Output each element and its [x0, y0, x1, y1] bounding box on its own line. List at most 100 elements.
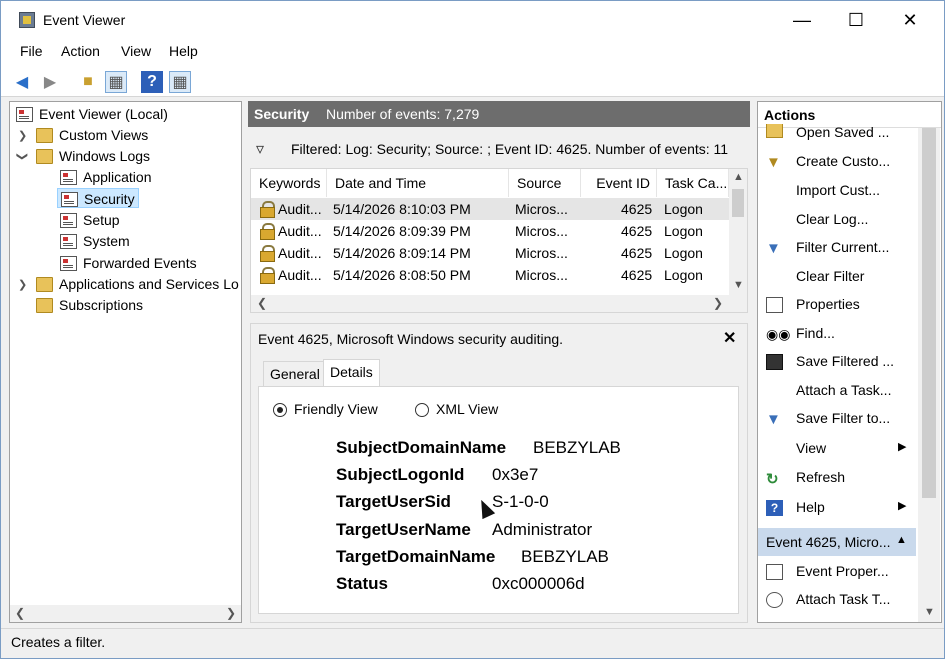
action-help[interactable]: ? Help ▶ — [758, 494, 913, 522]
action-save-filtered[interactable]: Save Filtered ... — [758, 348, 918, 376]
close-button[interactable]: ✕ — [883, 1, 937, 39]
tree-item-application[interactable]: Application — [60, 167, 152, 187]
field-row: Status — [336, 574, 388, 591]
event-fields: SubjectDomainName BEBZYLAB SubjectLogonI… — [282, 435, 731, 591]
column-event-id[interactable]: Event ID — [581, 169, 657, 197]
folder-icon — [36, 128, 53, 143]
event-viewer-node-icon — [16, 107, 33, 122]
scrollbar-thumb[interactable] — [922, 128, 936, 498]
field-value: 0x3e7 — [492, 465, 539, 484]
tree-item-system[interactable]: System — [60, 231, 130, 251]
forward-icon[interactable]: ▶ — [39, 71, 61, 93]
action-filter-current-log[interactable]: ▼ Filter Current... — [758, 234, 918, 262]
properties-icon — [766, 564, 783, 580]
action-attach-task[interactable]: Attach a Task... — [758, 377, 918, 405]
scroll-up-icon[interactable]: ▲ — [733, 171, 744, 183]
expand-icon[interactable]: ❯ — [18, 278, 27, 291]
up-folder-icon[interactable]: ■ — [77, 71, 99, 93]
event-actions-header[interactable]: Event 4625, Micro... ▲ — [758, 528, 916, 556]
tab-general[interactable]: General — [263, 361, 327, 387]
scroll-right-icon[interactable]: ❯ — [713, 296, 723, 310]
field-row: SubjectLogonId — [336, 465, 465, 484]
field-row: TargetDomainName — [336, 547, 496, 566]
tree-item-setup[interactable]: Setup — [60, 210, 120, 230]
show-hide-action-pane-icon[interactable]: ▦ — [169, 71, 191, 93]
refresh-icon: ↻ — [766, 471, 779, 488]
tree-item-root[interactable]: Event Viewer (Local) — [16, 104, 168, 124]
scroll-left-icon[interactable]: ❮ — [257, 296, 267, 310]
action-clear-filter[interactable]: Clear Filter — [758, 263, 918, 291]
action-save-filter[interactable]: ▼ Save Filter to... — [758, 405, 918, 433]
action-find[interactable]: ◉◉ Find... — [758, 320, 918, 348]
close-detail-icon[interactable]: ✕ — [723, 328, 736, 348]
tree-item-forwarded-events[interactable]: Forwarded Events — [60, 253, 197, 273]
action-event-properties[interactable]: Event Proper... — [758, 558, 918, 586]
tab-details[interactable]: Details — [323, 359, 380, 387]
collapse-section-icon[interactable]: ▲ — [896, 534, 907, 546]
scroll-left-icon[interactable]: ❮ — [15, 606, 25, 620]
tree-item-security[interactable]: Security — [57, 188, 139, 208]
field-value: S-1-0-0 — [492, 492, 549, 511]
help-icon: ? — [766, 500, 783, 516]
action-attach-task-event[interactable]: Attach Task T... — [758, 586, 918, 614]
table-row[interactable]: Audit... 5/14/2026 8:10:03 PM Micros... … — [251, 198, 729, 220]
audit-failure-lock-icon — [260, 223, 275, 240]
scroll-down-icon[interactable]: ▼ — [733, 279, 744, 291]
minimize-button[interactable]: — — [775, 1, 829, 39]
log-icon — [60, 234, 77, 249]
column-source[interactable]: Source — [509, 169, 581, 197]
field-value: 0xc000006d — [492, 574, 585, 591]
subscriptions-icon — [36, 298, 53, 313]
filter-save-icon: ▼ — [766, 411, 781, 428]
log-icon — [60, 256, 77, 271]
field-row: TargetUserName — [336, 520, 471, 539]
xml-view-radio[interactable] — [415, 403, 429, 417]
action-refresh[interactable]: ↻ Refresh — [758, 464, 918, 492]
window-title: Event Viewer — [43, 12, 126, 28]
column-keywords[interactable]: Keywords — [251, 169, 327, 197]
action-properties[interactable]: Properties — [758, 291, 918, 319]
tree-horizontal-scrollbar[interactable]: ❮ ❯ — [10, 605, 241, 622]
table-row[interactable]: Audit... 5/14/2026 8:08:50 PM Micros... … — [251, 264, 729, 286]
action-view[interactable]: View ▶ — [758, 435, 913, 463]
clock-icon — [766, 592, 783, 608]
filter-bar: ▿ Filtered: Log: Security; Source: ; Eve… — [248, 131, 750, 167]
collapse-icon[interactable]: ❯ — [16, 152, 29, 161]
field-value: Administrator — [492, 520, 593, 539]
back-icon[interactable]: ◀ — [11, 71, 33, 93]
table-row[interactable]: Audit... 5/14/2026 8:09:39 PM Micros... … — [251, 220, 729, 242]
scroll-right-icon[interactable]: ❯ — [226, 606, 236, 620]
log-icon — [61, 192, 78, 207]
help-icon[interactable]: ? — [141, 71, 163, 93]
expand-icon[interactable]: ❯ — [18, 129, 27, 142]
table-row[interactable]: Audit... 5/14/2026 8:09:14 PM Micros... … — [251, 242, 729, 264]
scroll-down-icon[interactable]: ▼ — [924, 606, 935, 618]
grid-horizontal-scrollbar[interactable]: ❮ ❯ — [251, 295, 747, 312]
menu-view[interactable]: View — [121, 43, 151, 59]
event-count: Number of events: 7,279 — [326, 106, 480, 122]
tree-item-subscriptions[interactable]: Subscriptions — [36, 295, 143, 315]
menu-help[interactable]: Help — [169, 43, 198, 59]
scrollbar-thumb[interactable] — [732, 189, 744, 217]
status-text: Creates a filter. — [11, 634, 106, 650]
tree-item-windows-logs[interactable]: Windows Logs — [36, 146, 150, 166]
tree-item-apps-services[interactable]: Applications and Services Lo — [36, 274, 239, 294]
menu-file[interactable]: File — [20, 43, 43, 59]
action-open-saved[interactable]: Open Saved ... — [758, 124, 918, 142]
column-task-category[interactable]: Task Ca... — [657, 169, 729, 197]
field-row: SubjectDomainName — [336, 438, 507, 457]
events-grid: Keywords Date and Time Source Event ID T… — [250, 168, 748, 313]
menu-action[interactable]: Action — [61, 43, 100, 59]
tree-item-custom-views[interactable]: Custom Views — [36, 125, 148, 145]
friendly-view-radio[interactable] — [273, 403, 287, 417]
show-hide-tree-icon[interactable]: ▦ — [105, 71, 127, 93]
column-date-time[interactable]: Date and Time — [327, 169, 509, 197]
field-row: TargetUserSid — [336, 492, 451, 511]
action-clear-log[interactable]: Clear Log... — [758, 206, 918, 234]
grid-vertical-scrollbar[interactable]: ▲ ▼ — [729, 169, 747, 296]
action-import-custom-view[interactable]: Import Cust... — [758, 177, 918, 205]
actions-vertical-scrollbar[interactable]: ▼ — [918, 128, 940, 622]
filter-description: Filtered: Log: Security; Source: ; Event… — [291, 141, 729, 157]
action-create-custom-view[interactable]: ▼ Create Custo... — [758, 148, 918, 176]
maximize-button[interactable]: ☐ — [829, 1, 883, 39]
